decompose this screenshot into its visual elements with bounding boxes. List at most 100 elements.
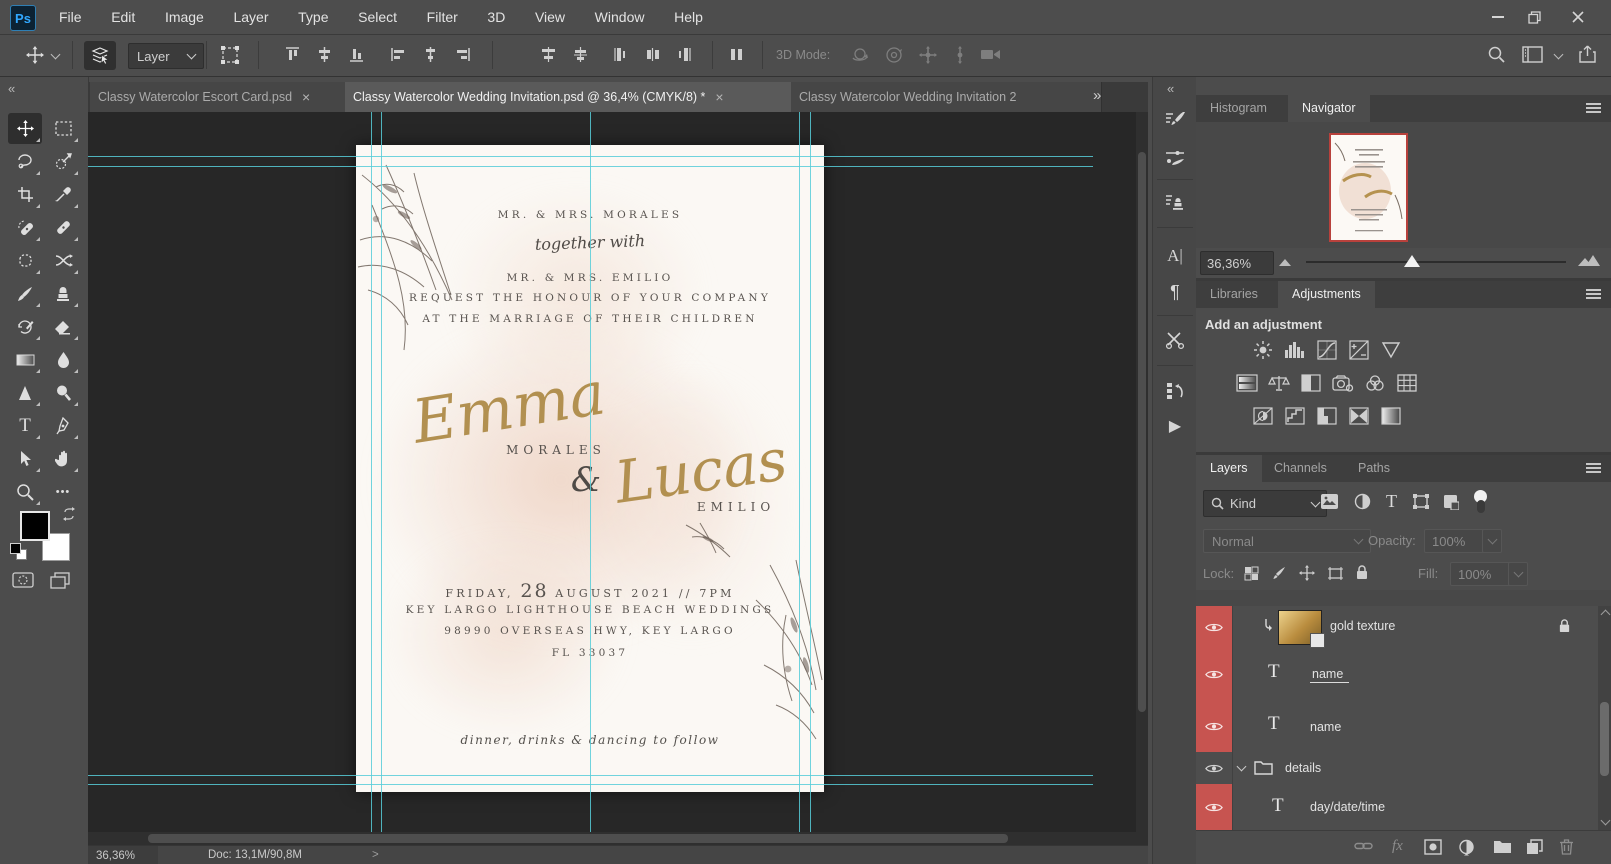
exposure-icon[interactable] — [1348, 340, 1370, 360]
layer-effects-icon[interactable]: fx — [1392, 838, 1403, 855]
layer-filter-toggle[interactable] — [1474, 490, 1487, 514]
tab-paths[interactable]: Paths — [1344, 455, 1404, 482]
layer-row-day-date-time[interactable]: T day/date/time — [1196, 784, 1598, 831]
filter-adjustment-layers-icon[interactable] — [1354, 493, 1371, 510]
hue-saturation-icon[interactable] — [1236, 373, 1258, 393]
tab-overflow-icon[interactable]: » — [1093, 87, 1101, 104]
layers-scrollbar[interactable] — [1598, 606, 1611, 830]
scroll-up-icon[interactable] — [1600, 609, 1611, 620]
tab-layers[interactable]: Layers — [1196, 455, 1262, 482]
layer-row-gold-texture[interactable]: gold texture — [1196, 606, 1598, 649]
guide-vertical[interactable] — [799, 112, 800, 832]
3d-pan-icon[interactable] — [918, 45, 938, 65]
menu-help[interactable]: Help — [661, 0, 716, 34]
3d-dolly-camera-icon[interactable] — [980, 46, 1002, 63]
auto-select-toggle[interactable] — [84, 41, 116, 70]
tools-panel-icon[interactable] — [1164, 329, 1186, 351]
menu-view[interactable]: View — [522, 0, 578, 34]
layer-thumbnail[interactable] — [1278, 610, 1325, 648]
vibrance-icon[interactable] — [1380, 340, 1402, 360]
document-tab-wedding-invitation[interactable]: Classy Watercolor Wedding Invitation.psd… — [345, 82, 806, 112]
menu-filter[interactable]: Filter — [414, 0, 471, 34]
layer-visibility-toggle[interactable] — [1196, 700, 1233, 752]
lock-artboard-icon[interactable] — [1326, 565, 1344, 581]
vertical-scrollbar[interactable] — [1136, 112, 1148, 832]
lock-position-icon[interactable] — [1298, 565, 1316, 581]
invert-icon[interactable] — [1252, 406, 1274, 426]
lock-image-pixels-icon[interactable] — [1270, 565, 1288, 581]
lock-all-icon[interactable] — [1353, 564, 1371, 580]
transform-controls-toggle[interactable] — [220, 45, 240, 65]
navigator-proxy-view[interactable] — [1329, 133, 1408, 242]
add-adjustment-layer-icon[interactable] — [1458, 839, 1475, 856]
crop-tool[interactable] — [8, 179, 42, 210]
curves-icon[interactable] — [1316, 340, 1338, 360]
zoom-out-icon[interactable] — [1278, 258, 1292, 267]
distribute-left-edges-icon[interactable] — [612, 46, 629, 63]
eyedropper-tool[interactable] — [46, 179, 80, 210]
status-expand-icon[interactable]: > — [372, 849, 379, 861]
workspace-switcher-icon[interactable] — [1522, 46, 1543, 63]
guide-horizontal[interactable] — [88, 166, 1093, 167]
layer-visibility-toggle[interactable] — [1196, 752, 1233, 784]
search-icon[interactable] — [1487, 45, 1506, 64]
brightness-contrast-icon[interactable] — [1252, 340, 1274, 360]
group-expand-chevron-icon[interactable] — [1236, 761, 1247, 772]
restore-button[interactable] — [1512, 4, 1556, 30]
status-zoom-field[interactable]: 36,36% — [88, 846, 158, 864]
filter-image-layers-icon[interactable] — [1320, 493, 1339, 510]
guide-vertical[interactable] — [371, 112, 372, 832]
posterize-icon[interactable] — [1284, 406, 1306, 426]
distribute-vertical-centers-icon[interactable] — [572, 46, 589, 63]
channel-mixer-icon[interactable] — [1364, 373, 1386, 393]
filter-smart-objects-icon[interactable] — [1442, 493, 1459, 510]
close-tab-icon[interactable]: × — [302, 89, 310, 105]
align-left-edges-icon[interactable] — [390, 46, 407, 63]
align-vertical-centers-icon[interactable] — [316, 46, 333, 63]
character-panel-icon[interactable]: A| — [1164, 245, 1186, 267]
dodge-tool[interactable] — [46, 377, 80, 408]
history-panel-icon[interactable] — [1164, 380, 1186, 402]
guide-vertical[interactable] — [810, 112, 811, 832]
filter-type-layers-icon[interactable]: T — [1386, 491, 1397, 512]
path-selection-tool[interactable] — [8, 443, 42, 474]
fill-scrubber[interactable] — [1508, 562, 1528, 586]
add-layer-mask-icon[interactable] — [1424, 839, 1442, 855]
blur-tool[interactable] — [46, 344, 80, 375]
brush-tool[interactable] — [8, 278, 42, 309]
delete-layer-icon[interactable] — [1559, 838, 1574, 855]
align-horizontal-centers-icon[interactable] — [422, 46, 439, 63]
zoom-slider-thumb[interactable] — [1404, 255, 1420, 267]
actions-panel-icon[interactable]: ▶ — [1164, 415, 1186, 437]
document-tab-escort-card[interactable]: Classy Watercolor Escort Card.psd × — [90, 82, 360, 112]
tab-libraries[interactable]: Libraries — [1196, 281, 1272, 308]
default-colors-icon[interactable] — [10, 543, 21, 554]
gradient-tool[interactable] — [8, 344, 42, 375]
guide-horizontal[interactable] — [88, 784, 1093, 785]
guide-horizontal[interactable] — [88, 775, 1093, 776]
tab-histogram[interactable]: Histogram — [1196, 95, 1281, 122]
history-brush-tool[interactable] — [8, 311, 42, 342]
distribute-spacing-icon[interactable] — [728, 46, 745, 63]
menu-window[interactable]: Window — [582, 0, 658, 34]
align-top-edges-icon[interactable] — [284, 46, 301, 63]
layers-panel-menu-icon[interactable] — [1586, 463, 1601, 465]
workspace-chevron-icon[interactable] — [1553, 49, 1564, 60]
layer-visibility-toggle[interactable] — [1196, 784, 1233, 830]
layer-row-name-2[interactable]: T name — [1196, 700, 1598, 753]
share-icon[interactable] — [1578, 44, 1597, 64]
filter-shape-layers-icon[interactable] — [1412, 493, 1430, 510]
zoom-in-icon[interactable] — [1578, 254, 1600, 267]
layer-visibility-toggle[interactable] — [1196, 606, 1233, 648]
new-group-icon[interactable] — [1493, 840, 1512, 854]
tool-preset-chevron-icon[interactable] — [50, 49, 61, 60]
layer-row-name-1[interactable]: T name — [1196, 648, 1598, 701]
tab-channels[interactable]: Channels — [1260, 455, 1341, 482]
sharpen-tool[interactable] — [8, 377, 42, 408]
menu-file[interactable]: File — [46, 0, 95, 34]
edit-toolbar-ellipsis[interactable]: ••• — [46, 476, 80, 507]
quick-selection-tool[interactable] — [46, 146, 80, 177]
close-window-button[interactable] — [1556, 4, 1600, 30]
color-lookup-icon[interactable] — [1396, 373, 1418, 393]
screen-mode-button[interactable] — [50, 571, 70, 589]
